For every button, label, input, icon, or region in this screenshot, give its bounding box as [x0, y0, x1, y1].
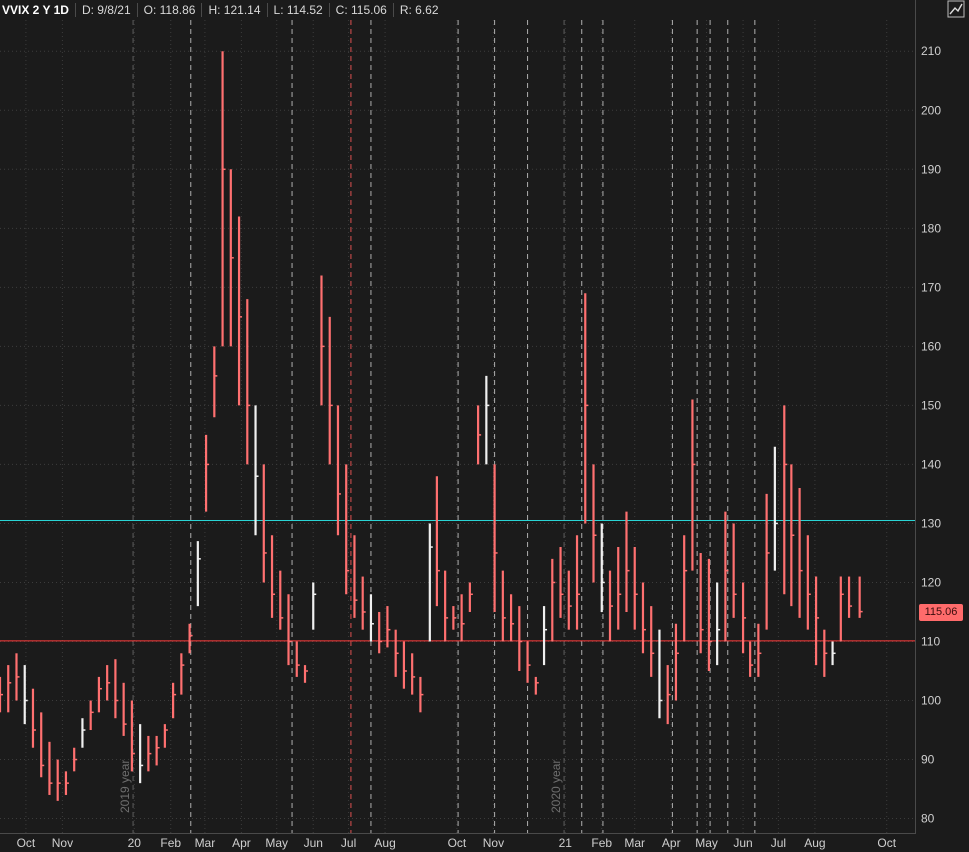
- x-tick-label: Apr: [662, 836, 681, 850]
- y-tick-label: 110: [921, 634, 940, 648]
- y-tick-label: 120: [921, 575, 941, 589]
- x-tick-label: Feb: [160, 836, 181, 850]
- x-tick-label: Apr: [232, 836, 251, 850]
- y-tick-label: 200: [921, 103, 941, 117]
- y-tick-label: 170: [921, 280, 941, 294]
- price-bars: [0, 51, 863, 801]
- x-tick-label: Feb: [591, 836, 612, 850]
- close-readout: C: 115.06: [328, 2, 393, 17]
- chart-header: VVIX 2 Y 1D D: 9/8/21 O: 118.86 H: 121.1…: [0, 0, 445, 19]
- x-tick-label: May: [265, 836, 288, 850]
- x-tick-label: Mar: [195, 836, 216, 850]
- x-tick-label: Oct: [17, 836, 36, 850]
- x-tick-label: Aug: [804, 836, 825, 850]
- year-labels: 2019 year 2020 year: [118, 760, 563, 813]
- x-tick-label: Nov: [483, 836, 504, 850]
- y-tick-label: 90: [921, 753, 935, 767]
- chart-grid: [0, 20, 915, 833]
- y-tick-label: 140: [921, 457, 941, 471]
- x-tick-label: Nov: [52, 836, 73, 850]
- level-lines: [0, 519, 915, 642]
- y-tick-label: 80: [921, 812, 935, 826]
- y-tick-label: 160: [921, 339, 941, 353]
- high-readout: H: 121.14: [201, 2, 266, 17]
- x-tick-label: Jul: [341, 836, 356, 850]
- y-axis-ticks: 80 90 100 110 120 130 140 150 160 170 180 190 200 210: [921, 44, 941, 825]
- price-chart[interactable]: 80 90 100 110 120 130 140 150 160 170 180 190 200 210…: [0, 0, 969, 852]
- date-readout: D: 9/8/21: [74, 2, 137, 17]
- x-tick-label: 21: [559, 836, 573, 850]
- symbol-label[interactable]: VVIX 2 Y 1D: [0, 3, 75, 17]
- x-tick-label: May: [695, 836, 718, 850]
- x-tick-label: Oct: [877, 836, 896, 850]
- event-markers: [132, 20, 756, 833]
- y-tick-label: 210: [921, 44, 941, 58]
- x-tick-label: 20: [128, 836, 142, 850]
- x-axis-ticks: Oct Nov 20 Feb Mar Apr May Jun Jul Aug Oct Nov 21 Feb…: [17, 836, 897, 850]
- draw-tool-icon[interactable]: [947, 0, 965, 18]
- x-tick-label: Jul: [771, 836, 786, 850]
- y-tick-label: 100: [921, 694, 941, 708]
- x-tick-label: Mar: [624, 836, 645, 850]
- x-tick-label: Jun: [304, 836, 323, 850]
- x-tick-label: Aug: [374, 836, 395, 850]
- low-readout: L: 114.52: [266, 2, 329, 17]
- range-readout: R: 6.62: [392, 2, 445, 17]
- x-tick-label: Oct: [448, 836, 467, 850]
- year-label: 2019 year: [118, 760, 132, 813]
- y-tick-label: 180: [921, 221, 941, 235]
- x-tick-label: Jun: [733, 836, 752, 850]
- last-price-tag: 115.06: [919, 604, 963, 621]
- y-tick-label: 150: [921, 398, 941, 412]
- y-tick-label: 190: [921, 162, 941, 176]
- year-label: 2020 year: [549, 760, 563, 813]
- open-readout: O: 118.86: [136, 2, 202, 17]
- y-tick-label: 130: [921, 516, 941, 530]
